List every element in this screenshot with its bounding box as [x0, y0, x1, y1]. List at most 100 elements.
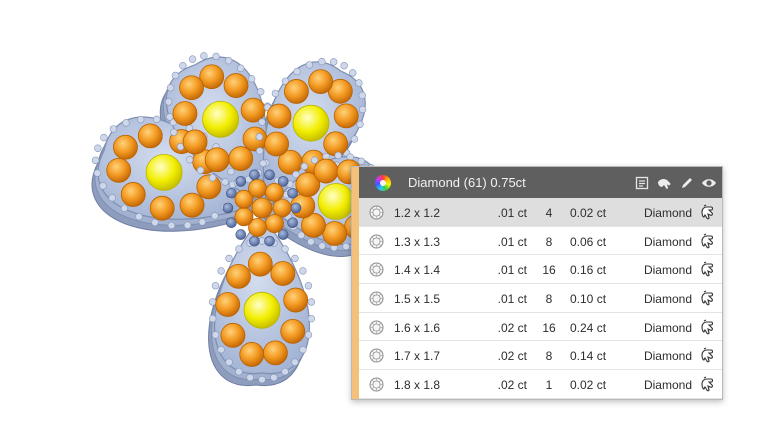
- metal-bead: [318, 57, 326, 66]
- orange-stone: [247, 251, 273, 277]
- metal-bead: [208, 174, 217, 182]
- orange-stone: [137, 123, 163, 149]
- stone-material: Diamond: [643, 320, 692, 335]
- stone-size: 1.5 x 1.5: [394, 292, 441, 307]
- metal-bead: [171, 71, 180, 80]
- metal-bead: [108, 194, 116, 202]
- select-hand-icon[interactable]: [699, 290, 716, 307]
- table-row[interactable]: 1.6 x 1.6 .02 ct 16 0.24 ct Diamond: [359, 313, 722, 342]
- center-bead: [264, 235, 275, 247]
- stone-total-carat: 0.02 ct: [570, 378, 607, 393]
- diamond-gem-icon: [369, 377, 384, 392]
- orange-stone: [220, 322, 246, 348]
- metal-bead: [221, 178, 229, 186]
- diamond-gem-icon: [369, 291, 384, 306]
- stones-table: 1.2 x 1.2 .01 ct 4 0.02 ct Diamond 1.3 x 1.3.…: [359, 198, 722, 399]
- orange-stone: [226, 264, 251, 289]
- orange-stone: [322, 221, 348, 246]
- metal-bead: [217, 345, 225, 354]
- diamond-gem-icon: [369, 262, 384, 277]
- metal-bead: [304, 282, 313, 290]
- center-bead: [226, 187, 237, 199]
- yellow-stone: [202, 100, 240, 138]
- select-hand-icon[interactable]: [699, 319, 716, 336]
- table-row[interactable]: 1.3 x 1.3 .01 ct 8 0.06 ct Diamond: [359, 227, 722, 256]
- orange-stone: [149, 195, 175, 221]
- table-row[interactable]: 1.7 x 1.7 .02 ct 8 0.14 ct Diamond: [359, 341, 722, 371]
- stone-size: 1.2 x 1.2: [394, 206, 441, 220]
- stone-quantity: 1: [545, 378, 553, 393]
- metal-bead: [358, 91, 366, 100]
- panel-header: Diamond (61) 0.75ct: [359, 167, 722, 198]
- metal-bead: [99, 182, 107, 190]
- metal-bead: [211, 212, 219, 220]
- orange-stone: [223, 73, 249, 98]
- metal-bead: [183, 221, 192, 229]
- orange-stone: [179, 75, 204, 101]
- metal-bead: [170, 128, 178, 136]
- table-row[interactable]: 1.8 x 1.8 .02 ct 1 0.02 ct Diamond: [359, 370, 722, 399]
- metal-bead: [270, 373, 278, 382]
- metal-bead: [340, 61, 348, 70]
- metal-bead: [120, 204, 129, 212]
- color-wheel-icon[interactable]: [375, 175, 391, 191]
- orange-stone: [265, 214, 284, 234]
- paint-hand-icon[interactable]: [655, 174, 673, 192]
- select-hand-icon[interactable]: [699, 233, 716, 250]
- list-icon[interactable]: [633, 174, 651, 192]
- stone-carat: .02 ct: [497, 320, 527, 335]
- stone-total-carat: 0.02 ct: [570, 206, 607, 220]
- center-bead: [226, 217, 237, 229]
- metal-bead: [166, 84, 175, 92]
- stone-total-carat: 0.24 ct: [570, 320, 607, 335]
- orange-stone: [113, 134, 138, 160]
- metal-bead: [281, 367, 289, 376]
- diamond-gem-icon: [369, 234, 384, 249]
- metal-bead: [334, 151, 342, 160]
- metal-bead: [258, 375, 266, 384]
- select-hand-icon[interactable]: [699, 376, 716, 393]
- metal-bead: [94, 144, 102, 152]
- metal-bead: [329, 58, 338, 66]
- center-bead: [235, 176, 247, 187]
- center-bead: [287, 217, 298, 229]
- metal-bead: [259, 159, 267, 168]
- orange-stone: [196, 174, 222, 200]
- orange-stone: [265, 182, 284, 202]
- metal-bead: [217, 267, 225, 275]
- table-row[interactable]: 1.5 x 1.5 .01 ct 8 0.10 ct Diamond: [359, 284, 722, 313]
- table-row[interactable]: 1.4 x 1.4 .01 ct 16 0.16 ct Diamond: [359, 255, 722, 285]
- stone-material: Diamond: [643, 234, 692, 249]
- orange-stone: [313, 158, 339, 184]
- select-hand-icon[interactable]: [699, 204, 716, 221]
- orange-stone: [248, 179, 267, 198]
- metal-bead: [293, 67, 301, 76]
- orange-stone: [280, 319, 306, 344]
- pencil-icon[interactable]: [678, 174, 696, 192]
- select-hand-icon[interactable]: [699, 261, 716, 278]
- metal-bead: [225, 358, 233, 366]
- metal-bead: [135, 212, 143, 221]
- stone-quantity: 8: [545, 349, 553, 364]
- eye-icon[interactable]: [700, 174, 718, 192]
- stone-carat: .02 ct: [497, 378, 527, 393]
- stone-total-carat: 0.10 ct: [570, 292, 607, 307]
- orange-stone: [262, 340, 288, 366]
- select-hand-icon[interactable]: [699, 347, 716, 364]
- metal-bead: [211, 282, 220, 290]
- stone-carat: .01 ct: [497, 292, 527, 307]
- orange-stone: [251, 197, 273, 219]
- yellow-stone: [292, 104, 330, 142]
- metal-bead: [208, 298, 217, 306]
- metal-bead: [91, 156, 100, 165]
- metal-bead: [200, 52, 208, 60]
- table-row[interactable]: 1.2 x 1.2 .01 ct 4 0.02 ct Diamond: [359, 198, 722, 227]
- metal-bead: [258, 118, 266, 126]
- center-bead: [249, 235, 260, 247]
- orange-stone: [234, 207, 254, 227]
- metal-bead: [212, 52, 220, 61]
- metal-bead: [247, 75, 256, 83]
- stone-size: 1.4 x 1.4: [394, 263, 441, 278]
- metal-bead: [185, 155, 194, 164]
- metal-bead: [255, 133, 264, 141]
